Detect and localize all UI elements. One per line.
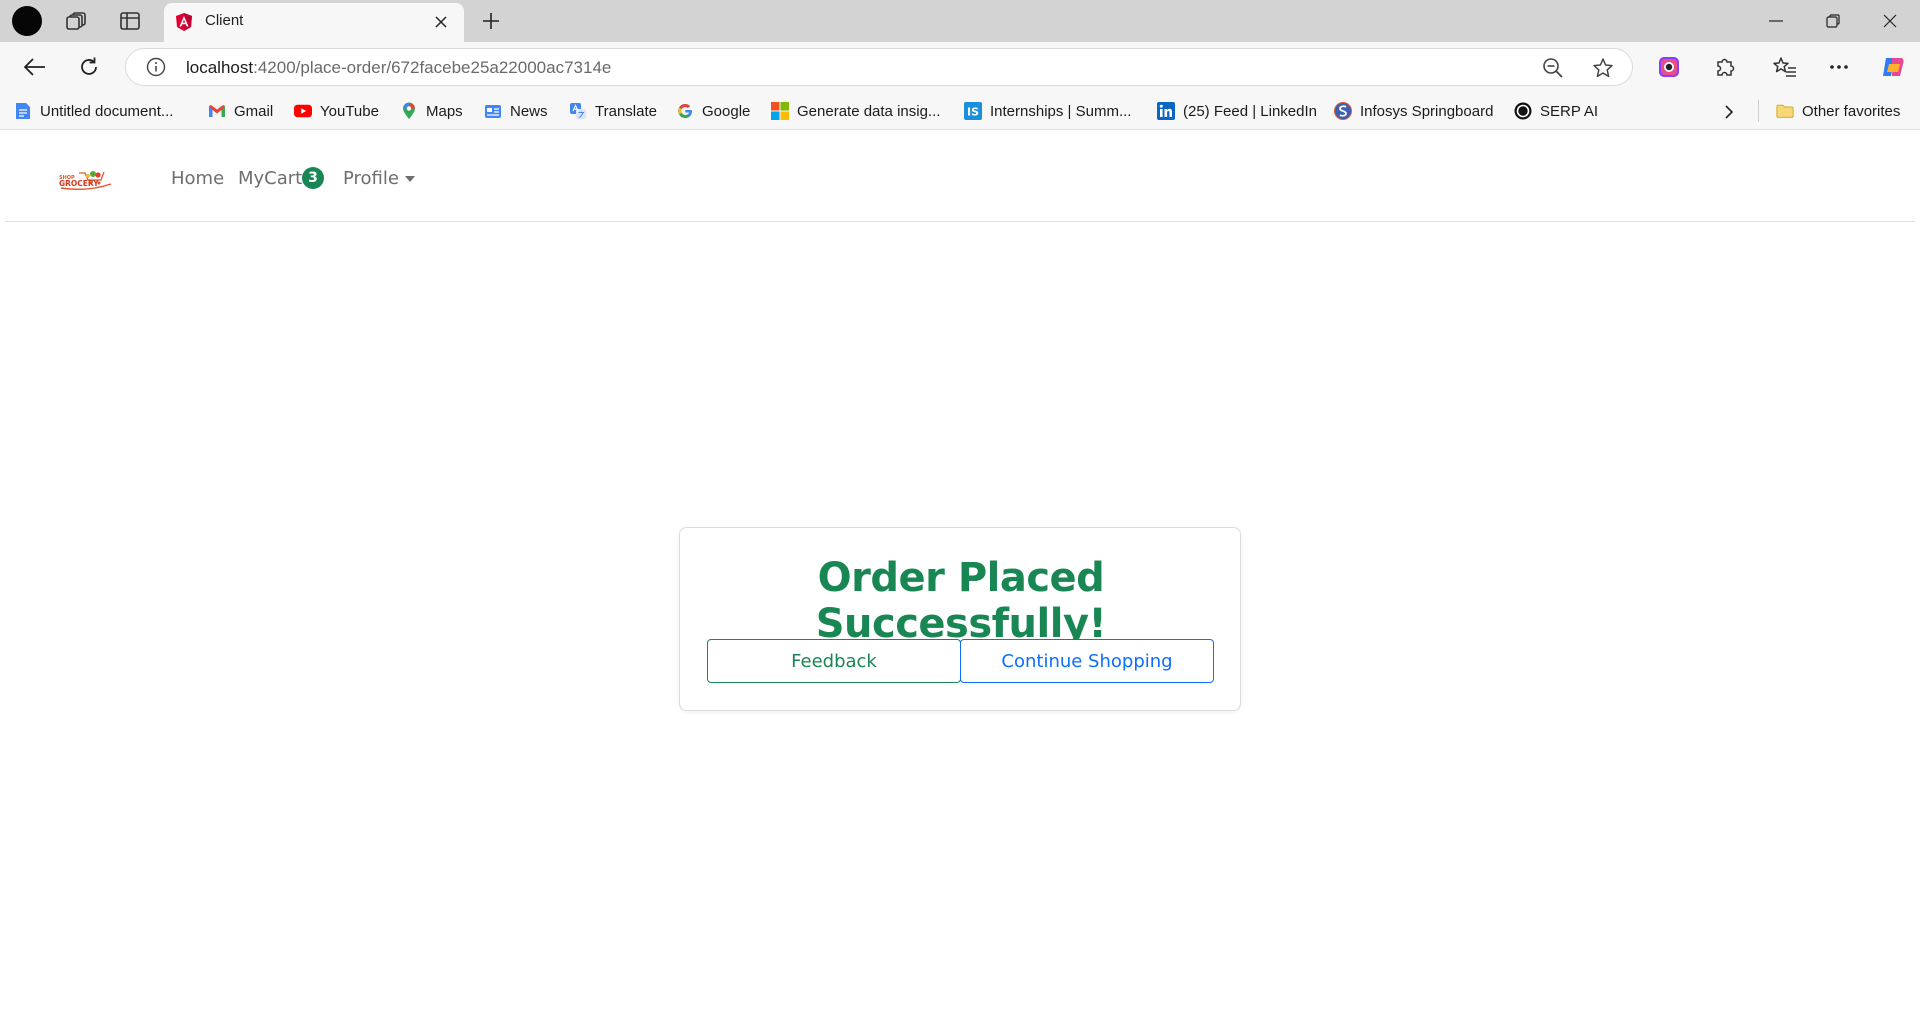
close-tab-icon[interactable]: [430, 11, 452, 33]
favorite-star-icon[interactable]: [1590, 55, 1616, 81]
order-success-message: Order Placed Successfully!: [815, 555, 1107, 647]
order-success-card: Order Placed Successfully! Feedback Cont…: [679, 527, 1241, 711]
nav-mycart-link[interactable]: MyCart: [238, 168, 302, 189]
address-bar[interactable]: localhost:4200/place-order/672facebe25a2…: [125, 48, 1633, 86]
url-host: localhost: [186, 58, 254, 77]
bookmarks-bar: Untitled document... Gmail YouTube Maps …: [0, 92, 1920, 130]
bookmark-item[interactable]: Translate: [569, 100, 657, 122]
bookmark-label: Infosys Springboard: [1360, 102, 1494, 120]
bookmark-label: News: [510, 102, 548, 120]
bookmark-label: Generate data insig...: [797, 102, 941, 120]
profile-avatar-icon[interactable]: [12, 6, 42, 36]
serp-ai-icon: [1514, 102, 1532, 120]
copilot-icon[interactable]: [1876, 51, 1910, 83]
more-options-icon[interactable]: [1822, 51, 1856, 83]
svg-text:GROCERY: GROCERY: [59, 179, 99, 188]
copilot-extension-icon[interactable]: [1652, 51, 1686, 83]
page-viewport: SHOP GROCERY Home MyCart 3 Profile Order…: [5, 134, 1915, 1014]
bookmark-label: Untitled document...: [40, 102, 174, 120]
cart-count-badge: 3: [302, 167, 324, 189]
internshala-icon: IS: [964, 102, 982, 120]
url-path: :4200/place-order/672facebe25a22000ac731…: [253, 58, 612, 77]
bookmark-item[interactable]: SERP AI: [1514, 100, 1598, 122]
bookmark-item[interactable]: (25) Feed | LinkedIn: [1157, 100, 1317, 122]
other-favorites-folder[interactable]: Other favorites: [1776, 100, 1900, 122]
refresh-icon[interactable]: [72, 51, 106, 83]
continue-shopping-button[interactable]: Continue Shopping: [960, 639, 1214, 683]
site-info-icon[interactable]: [146, 57, 166, 77]
shop-grocery-logo[interactable]: SHOP GROCERY: [57, 166, 113, 191]
new-tab-icon[interactable]: [476, 6, 506, 36]
microsoft-icon: [771, 102, 789, 120]
bookmark-item[interactable]: Gmail: [208, 100, 273, 122]
bookmark-item[interactable]: News: [484, 100, 548, 122]
nav-home-link[interactable]: Home: [171, 168, 224, 189]
angular-icon: [174, 12, 194, 32]
close-window-icon[interactable]: [1862, 0, 1918, 42]
bookmark-item[interactable]: Untitled document...: [14, 100, 173, 122]
bookmark-label: Translate: [595, 102, 657, 120]
minimize-window-icon[interactable]: [1748, 0, 1804, 42]
feedback-button[interactable]: Feedback: [707, 639, 961, 683]
linkedin-icon: [1157, 102, 1175, 120]
nav-profile-dropdown[interactable]: Profile: [343, 168, 399, 189]
springboard-icon: [1334, 102, 1352, 120]
bookmark-item[interactable]: Generate data insig...: [771, 100, 940, 122]
vertical-tabs-icon[interactable]: [115, 7, 145, 35]
bookmark-label: (25) Feed | LinkedIn: [1183, 102, 1317, 120]
back-arrow-icon[interactable]: [18, 51, 52, 83]
youtube-icon: [294, 102, 312, 120]
bookmark-item[interactable]: Infosys Springboard: [1334, 100, 1493, 122]
browser-toolbar: localhost:4200/place-order/672facebe25a2…: [0, 42, 1920, 92]
other-favorites-label: Other favorites: [1802, 102, 1901, 120]
workspaces-icon[interactable]: [62, 7, 92, 35]
bookmark-label: Gmail: [234, 102, 274, 120]
browser-tab-strip: Client: [0, 0, 1920, 42]
zoom-out-icon[interactable]: [1540, 55, 1566, 81]
bookmark-item[interactable]: Google: [676, 100, 750, 122]
extensions-puzzle-icon[interactable]: [1708, 51, 1742, 83]
svg-text:IS: IS: [967, 106, 979, 119]
bookmark-item[interactable]: YouTube: [294, 100, 379, 122]
url-text[interactable]: localhost:4200/place-order/672facebe25a2…: [186, 58, 611, 78]
gmail-icon: [208, 102, 226, 120]
bookmark-label: SERP AI: [1540, 102, 1599, 120]
tab-title: Client: [205, 12, 244, 29]
favorites-list-icon[interactable]: [1768, 51, 1802, 83]
chevron-right-icon[interactable]: [1717, 101, 1741, 123]
bookmark-label: Google: [702, 102, 751, 120]
bookmark-label: YouTube: [320, 102, 379, 120]
restore-window-icon[interactable]: [1805, 0, 1861, 42]
bookmark-item[interactable]: IS Internships | Summ...: [964, 100, 1131, 122]
site-navbar: SHOP GROCERY Home MyCart 3 Profile: [5, 134, 1915, 222]
translate-icon: [569, 102, 587, 120]
bookmarks-divider: [1758, 100, 1759, 122]
bookmark-label: Maps: [426, 102, 463, 120]
google-icon: [676, 102, 694, 120]
folder-icon: [1776, 102, 1794, 120]
caret-down-icon[interactable]: [405, 176, 415, 182]
bookmark-label: Internships | Summ...: [990, 102, 1132, 120]
google-docs-icon: [14, 102, 32, 120]
maps-icon: [400, 102, 418, 120]
active-tab[interactable]: Client: [164, 3, 464, 42]
bookmark-item[interactable]: Maps: [400, 100, 463, 122]
news-icon: [484, 102, 502, 120]
